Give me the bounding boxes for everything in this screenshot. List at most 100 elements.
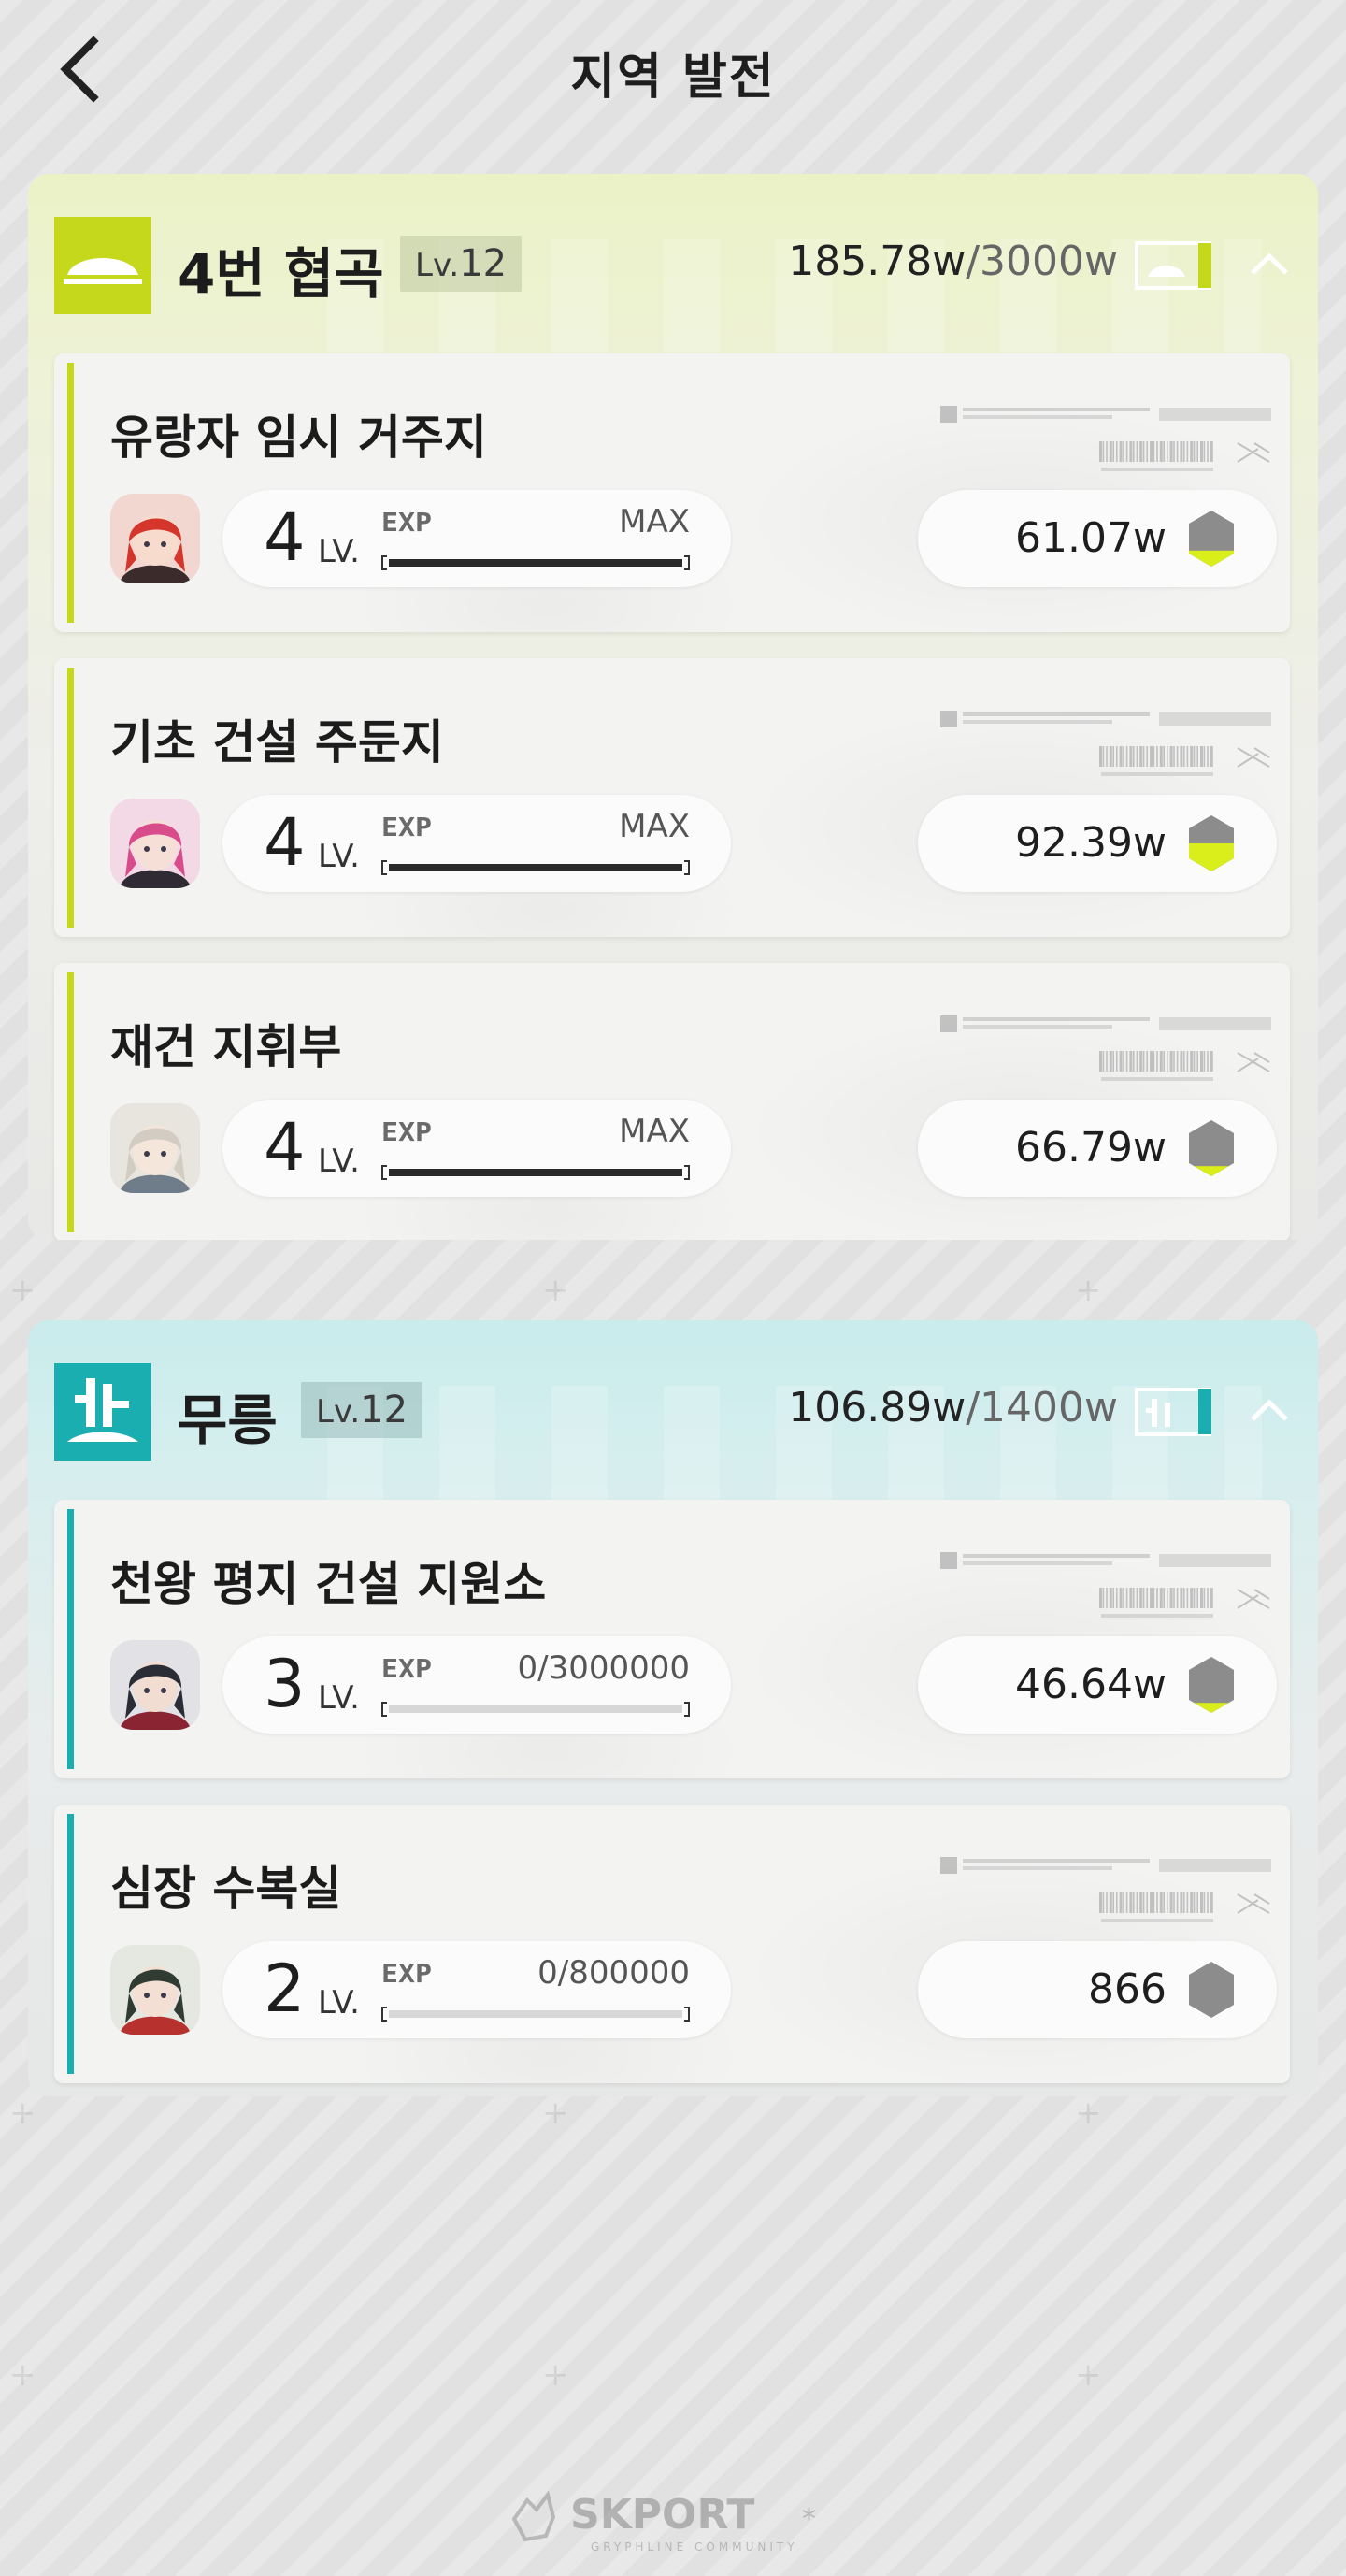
facility-income-value: 61.07w	[1015, 514, 1167, 562]
facility-card[interactable]: 유랑자 임시 거주지 4 LV. EXP MAX 61.07w	[54, 353, 1290, 632]
storage-hexagon-icon	[1187, 813, 1236, 873]
facility-accent-bar	[67, 363, 74, 623]
operator-avatar[interactable]	[110, 1640, 200, 1730]
facility-level-pill: 4 LV. EXP MAX	[222, 490, 731, 587]
exp-progress-bar	[381, 555, 690, 570]
exp-value: 0/800000	[537, 1954, 690, 1992]
region-level-badge: Lv.12	[400, 236, 523, 292]
bg-plus-mark: +	[1075, 1272, 1102, 1309]
page-title: 지역 발전	[570, 50, 776, 106]
region-level-badge: Lv.12	[301, 1382, 423, 1438]
exp-icon: EXP	[381, 507, 434, 538]
storage-hexagon-icon	[1187, 1960, 1236, 2020]
region-header: 무릉 Lv.12 106.89w/1400w	[28, 1320, 1318, 1500]
top-bar: 지역 발전	[0, 0, 1346, 150]
valley-dome-icon	[54, 217, 151, 314]
collapse-button[interactable]	[1241, 241, 1297, 288]
exp-value: MAX	[619, 808, 690, 845]
facility-income-value: 66.79w	[1015, 1124, 1167, 1172]
chevron-up-icon	[1251, 252, 1288, 275]
facility-card[interactable]: 심장 수복실 2 LV. EXP 0/800000 866	[54, 1805, 1290, 2083]
barcode-decoration-icon	[940, 705, 1277, 799]
exp-icon: EXP	[381, 1116, 434, 1147]
svg-text:EXP: EXP	[381, 812, 432, 842]
facility-income-pill[interactable]: 46.64w	[918, 1636, 1277, 1734]
bg-plus-mark: +	[9, 2356, 36, 2394]
barcode-decoration-icon	[940, 1851, 1277, 1945]
facility-income-value: 92.39w	[1015, 819, 1167, 867]
wuling-city-icon	[54, 1363, 151, 1461]
facility-income-pill[interactable]: 66.79w	[918, 1100, 1277, 1197]
bg-plus-mark: +	[542, 2356, 569, 2394]
facility-name: 기초 건설 주둔지	[110, 715, 444, 770]
facility-level-number: 2	[264, 1950, 306, 2027]
operator-avatar[interactable]	[110, 494, 200, 583]
facility-accent-bar	[67, 1814, 74, 2074]
facility-level-number: 4	[264, 499, 306, 576]
facility-name: 유랑자 임시 거주지	[110, 410, 487, 465]
bg-plus-mark: +	[1075, 2356, 1102, 2394]
svg-text:EXP: EXP	[381, 507, 432, 537]
facility-level-label: LV.	[318, 1143, 360, 1180]
svg-text:EXP: EXP	[381, 1653, 432, 1683]
monitor-icon	[1135, 1386, 1217, 1438]
facility-level-pill: 2 LV. EXP 0/800000	[222, 1941, 731, 2038]
facility-level-label: LV.	[318, 1679, 360, 1717]
bg-plus-mark: +	[1075, 2094, 1102, 2132]
bg-plus-mark: +	[9, 2094, 36, 2132]
exp-progress-bar	[381, 2007, 690, 2022]
region-income: 185.78w/3000w	[788, 237, 1118, 285]
facility-accent-bar	[67, 1509, 74, 1769]
storage-hexagon-icon	[1187, 509, 1236, 568]
barcode-decoration-icon	[940, 1547, 1277, 1640]
operator-avatar[interactable]	[110, 1103, 200, 1193]
chevron-up-icon	[1251, 1399, 1288, 1421]
facility-income-pill[interactable]: 866	[918, 1941, 1277, 2038]
svg-text:EXP: EXP	[381, 1116, 432, 1146]
exp-icon: EXP	[381, 1653, 434, 1684]
facility-level-number: 4	[264, 804, 306, 881]
exp-icon: EXP	[381, 1958, 434, 1989]
bg-plus-mark: +	[9, 1272, 36, 1309]
collapse-button[interactable]	[1241, 1388, 1297, 1434]
facility-level-pill: 4 LV. EXP MAX	[222, 1100, 731, 1197]
facility-level-label: LV.	[318, 1984, 360, 2022]
operator-avatar[interactable]	[110, 799, 200, 888]
facility-level-pill: 3 LV. EXP 0/3000000	[222, 1636, 731, 1734]
facility-level-pill: 4 LV. EXP MAX	[222, 795, 731, 892]
exp-value: MAX	[619, 1113, 690, 1150]
region-income: 106.89w/1400w	[788, 1384, 1118, 1432]
exp-value: MAX	[619, 503, 690, 540]
facility-card[interactable]: 천왕 평지 건설 지원소 3 LV. EXP 0/3000000 46.64w	[54, 1500, 1290, 1778]
region-header: 4번 협곡 Lv.12 185.78w/3000w	[28, 174, 1318, 353]
facility-income-pill[interactable]: 61.07w	[918, 490, 1277, 587]
region-card-wuling: 무릉 Lv.12 106.89w/1400w 천왕 평지 건설 지원소 3 LV. E…	[28, 1320, 1318, 2096]
storage-hexagon-icon	[1187, 1118, 1236, 1178]
barcode-decoration-icon	[940, 400, 1277, 494]
facility-name: 천왕 평지 건설 지원소	[110, 1557, 547, 1611]
facility-name: 심장 수복실	[110, 1862, 342, 1916]
region-name: 무릉	[178, 1389, 278, 1452]
facility-income-value: 46.64w	[1015, 1661, 1167, 1708]
facility-level-number: 4	[264, 1109, 306, 1186]
svg-text:*: *	[802, 2503, 816, 2536]
monitor-icon	[1135, 239, 1217, 292]
facility-card[interactable]: 재건 지휘부 4 LV. EXP MAX 66.79w	[54, 963, 1290, 1240]
exp-progress-bar	[381, 1165, 690, 1180]
operator-avatar[interactable]	[110, 1945, 200, 2035]
facility-income-value: 866	[1088, 1965, 1167, 2013]
facility-accent-bar	[67, 972, 74, 1232]
bg-plus-mark: +	[542, 2094, 569, 2132]
storage-hexagon-icon	[1187, 1655, 1236, 1715]
svg-text:GRYPHLINE COMMUNITY: GRYPHLINE COMMUNITY	[591, 2540, 798, 2554]
skport-logo: SKPORT GRYPHLINE COMMUNITY *	[505, 2482, 841, 2556]
facility-level-label: LV.	[318, 533, 360, 570]
facility-card[interactable]: 기초 건설 주둔지 4 LV. EXP MAX 92.39w	[54, 658, 1290, 937]
exp-progress-bar	[381, 860, 690, 875]
facility-income-pill[interactable]: 92.39w	[918, 795, 1277, 892]
facility-name: 재건 지휘부	[110, 1020, 342, 1074]
exp-icon: EXP	[381, 812, 434, 842]
svg-text:EXP: EXP	[381, 1958, 432, 1988]
barcode-decoration-icon	[940, 1010, 1277, 1103]
facility-accent-bar	[67, 668, 74, 928]
